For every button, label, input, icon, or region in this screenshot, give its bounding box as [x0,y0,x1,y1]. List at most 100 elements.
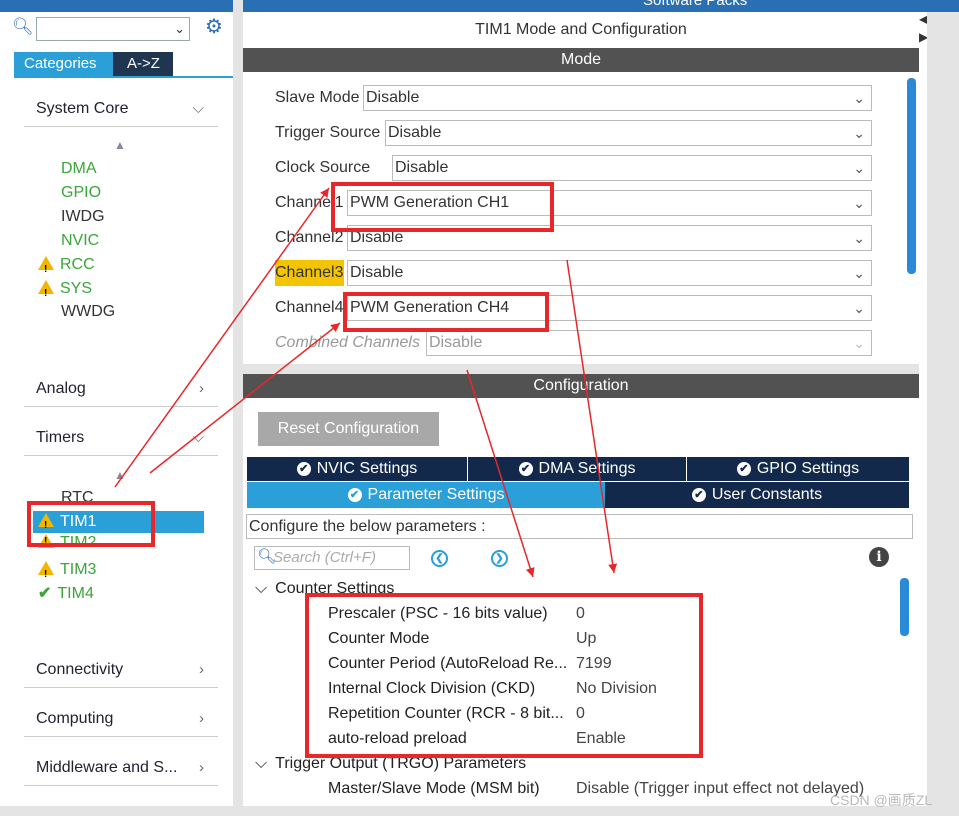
bottom-strip [0,806,959,816]
chevron-down-icon: ⌄ [853,160,865,176]
category-system-core[interactable]: System Core ⌵ [24,91,218,127]
list-item-dma[interactable]: DMA [61,157,105,181]
list-item-tim4[interactable]: ✔ TIM4 [38,582,94,606]
chevron-down-icon: ⌄ [853,125,865,141]
gear-icon[interactable]: ⚙ [203,16,225,38]
tab-parameter-settings[interactable]: ✔ Parameter Settings [247,482,605,508]
tab-user-constants[interactable]: ✔ User Constants [605,482,910,508]
watermark: CSDN @画质ZL [830,792,933,808]
check-circle-icon: ✔ [296,462,311,476]
check-circle-icon: ✔ [518,462,533,476]
combined-channels-select[interactable]: Disable ⌄ [426,330,872,356]
system-core-list: DMA GPIO IWDG NVIC [61,157,105,253]
warning-icon [38,534,54,548]
counter-settings-group[interactable]: ⌵ Counter Settings [255,576,394,601]
mode-label-channel4: Channel4 [275,299,344,316]
warning-icon [38,513,54,537]
chevron-down-icon: ⌄ [853,90,865,106]
list-item-gpio[interactable]: GPIO [61,181,105,205]
mode-label-trigger: Trigger Source [275,124,381,141]
panel-divider[interactable] [233,0,243,806]
chevron-right-icon: › [199,759,204,776]
list-item-iwdg[interactable]: IWDG [61,205,105,229]
mode-section-header[interactable]: Mode [243,48,919,72]
param-prescaler-value[interactable]: 0 [576,601,585,626]
warning-icon [38,561,54,587]
tab-categories[interactable]: Categories [14,52,113,76]
warning-icon [38,280,54,306]
chevron-down-icon: ⌄ [853,195,865,211]
reset-configuration-button[interactable]: Reset Configuration [258,412,439,446]
section-divider [243,364,919,374]
param-ckd-label: Internal Clock Division (CKD) [328,680,536,697]
param-preload-value[interactable]: Enable [576,726,626,751]
channel2-select[interactable]: Disable ⌄ [347,225,872,251]
check-circle-icon: ✔ [347,488,362,502]
list-item-rtc[interactable]: RTC [61,486,94,510]
param-rcr-value[interactable]: 0 [576,701,585,726]
check-circle-icon: ✔ [691,488,706,502]
list-item-tim3[interactable]: TIM3 [38,558,96,587]
sort-arrows-icon[interactable]: ▲ [114,468,126,482]
list-item-rcc[interactable]: RCC [38,253,95,282]
previous-match-icon[interactable]: ❮ [431,550,448,567]
channel1-select[interactable]: PWM Generation CH1 ⌄ [347,190,872,216]
chevron-down-icon[interactable]: ⌄ [174,21,185,37]
search-input[interactable]: ⌄ [36,17,190,41]
list-item-wwdg[interactable]: WWDG [61,300,115,324]
parameter-search-input[interactable]: 🔍︎ Search (Ctrl+F) [254,546,410,570]
trgo-parameters-group[interactable]: ⌵ Trigger Output (TRGO) Parameters [255,751,526,776]
info-icon[interactable]: i [869,547,889,567]
chevron-down-icon: ⌵ [255,755,268,772]
category-analog[interactable]: Analog › [24,371,218,407]
param-ckd-value[interactable]: No Division [576,676,657,701]
tab-a-z[interactable]: A->Z [113,52,173,76]
config-scrollbar[interactable] [898,572,912,806]
tab-dma-settings[interactable]: ✔ DMA Settings [468,457,687,481]
param-counter-mode-value[interactable]: Up [576,626,596,651]
list-item-nvic[interactable]: NVIC [61,229,105,253]
category-connectivity[interactable]: Connectivity › [24,652,218,688]
sort-arrows-icon[interactable]: ▲ [114,138,126,152]
category-computing[interactable]: Computing › [24,701,218,737]
chevron-down-icon: ⌵ [255,580,268,597]
channel4-select[interactable]: PWM Generation CH4 ⌄ [347,295,872,321]
param-rcr-label: Repetition Counter (RCR - 8 bit... [328,705,564,722]
mode-scrollbar-thumb[interactable] [907,78,916,274]
chevron-right-icon: › [199,710,204,727]
config-scrollbar-thumb[interactable] [900,578,909,636]
param-preload-label: auto-reload preload [328,730,467,747]
trigger-source-select[interactable]: Disable ⌄ [385,120,872,146]
collapse-handle[interactable]: ◀ ▶ [919,12,928,48]
param-prescaler-label: Prescaler (PSC - 16 bits value) [328,605,548,622]
category-middleware[interactable]: Middleware and S... › [24,750,218,786]
configure-hint: Configure the below parameters : [246,514,913,539]
chevron-down-icon: ⌵ [192,100,204,117]
channel3-select[interactable]: Disable ⌄ [347,260,872,286]
next-match-icon[interactable]: ❯ [491,550,508,567]
list-item-sys[interactable]: SYS [38,277,92,306]
slave-mode-select[interactable]: Disable ⌄ [363,85,872,111]
mode-label-slave: Slave Mode [275,89,360,106]
mode-label-channel1: Channel1 [275,194,344,211]
check-circle-icon: ✔ [736,462,751,476]
page-title: TIM1 Mode and Configuration [243,14,919,46]
tab-gpio-settings[interactable]: ✔ GPIO Settings [687,457,910,481]
category-timers[interactable]: Timers ⌵ [24,420,218,456]
mode-scrollbar[interactable] [905,74,919,364]
mode-label-channel2: Channel2 [275,229,344,246]
param-msm-value[interactable]: Disable (Trigger input effect not delaye… [576,776,864,801]
param-counter-period-value[interactable]: 7199 [576,651,612,676]
param-msm-label: Master/Slave Mode (MSM bit) [328,780,540,797]
top-header-strip: Software Packs [243,0,959,12]
tab-underline [14,76,233,78]
tab-nvic-settings[interactable]: ✔ NVIC Settings [247,457,468,481]
search-icon: 🔍︎ [257,548,277,565]
chevron-down-icon: ⌄ [853,230,865,246]
configuration-section-header[interactable]: Configuration [243,374,919,398]
right-gutter [927,12,959,806]
list-item-tim1[interactable]: TIM1 [33,511,204,537]
clock-source-select[interactable]: Disable ⌄ [392,155,872,181]
search-icon: 🔍︎ [12,17,34,36]
list-item-tim2[interactable]: TIM2 [38,534,96,548]
